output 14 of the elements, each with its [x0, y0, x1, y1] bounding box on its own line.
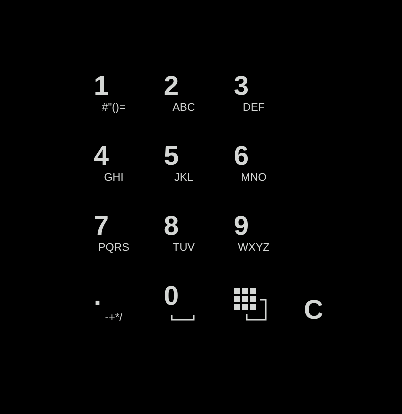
space-icon — [171, 315, 195, 321]
dial-key[interactable]: 0 — [162, 281, 212, 345]
dial-key[interactable]: 8 TUV — [162, 211, 212, 275]
dial-key[interactable]: 2 ABC — [162, 71, 212, 135]
dial-key[interactable]: 3 DEF — [232, 71, 282, 135]
dial-key[interactable]: 5 JKL — [162, 141, 212, 205]
dial-key[interactable]: 9 WXYZ — [232, 211, 282, 275]
dial-key[interactable]: 4 GHI — [92, 141, 142, 205]
dial-key[interactable]: 1 #"()= — [92, 71, 142, 135]
dial-key[interactable]: 7 PQRS — [92, 211, 142, 275]
dial-key[interactable]: 6 MNO — [232, 141, 282, 205]
keypad-icon — [234, 288, 268, 322]
clear-button[interactable]: C — [302, 281, 352, 345]
dial-key[interactable]: . -+*/ — [92, 281, 142, 345]
